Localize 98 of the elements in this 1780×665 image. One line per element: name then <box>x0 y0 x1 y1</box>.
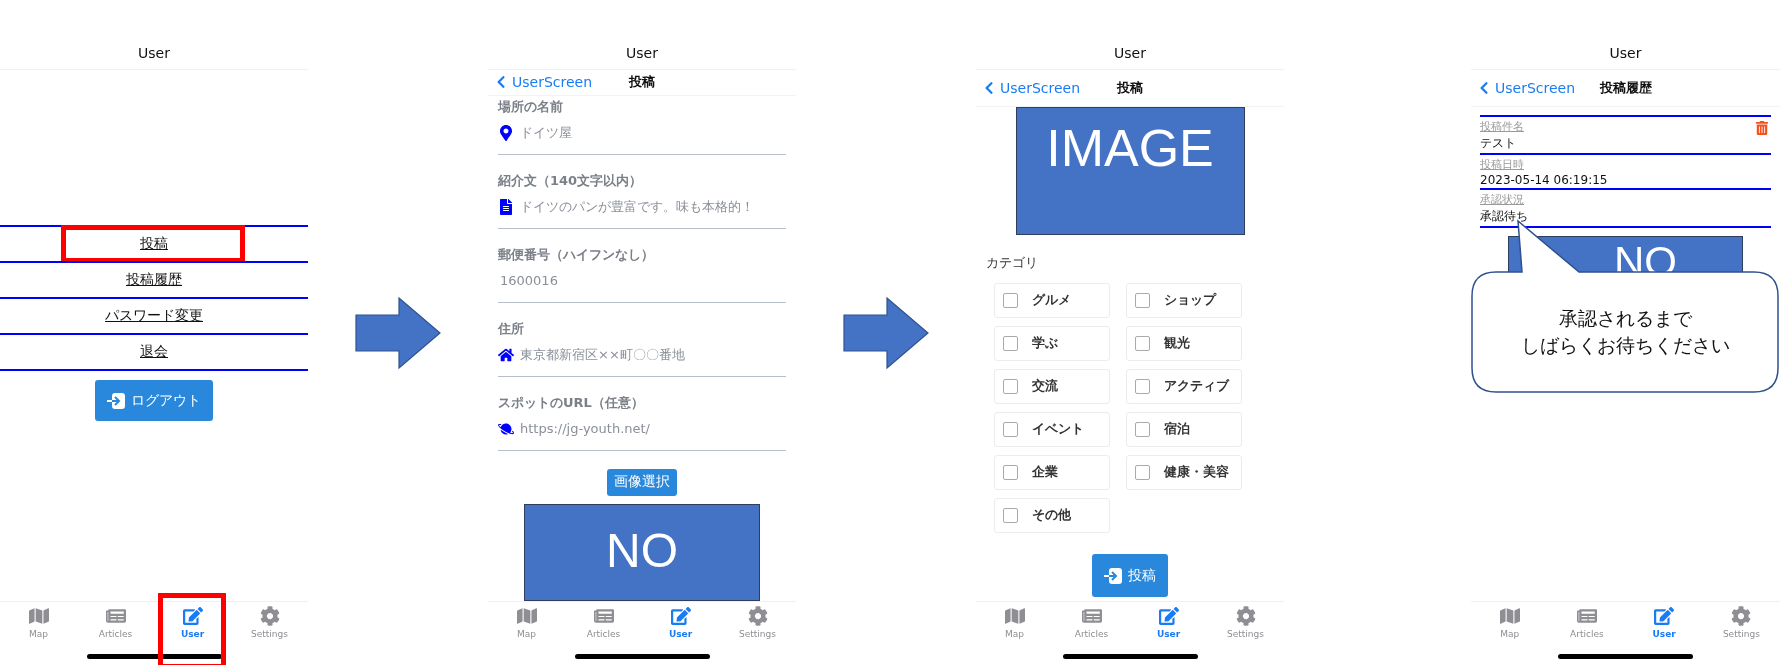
newspaper-icon <box>593 606 614 626</box>
checkbox[interactable] <box>1135 422 1150 437</box>
field-label: 住所 <box>498 319 525 338</box>
pin-icon <box>498 124 514 141</box>
field-label: 郵便番号（ハイフンなし） <box>498 245 655 264</box>
map-icon <box>28 606 49 626</box>
newspaper-icon <box>105 606 126 626</box>
checkbox[interactable] <box>1135 379 1150 394</box>
field-label: 場所の名前 <box>498 97 564 116</box>
edit-icon <box>1654 606 1675 626</box>
checkbox[interactable] <box>1135 336 1150 351</box>
checkbox[interactable] <box>1003 422 1018 437</box>
category-checkbox[interactable]: アクティブ <box>1126 369 1242 404</box>
back-link[interactable]: UserScreen <box>494 74 629 91</box>
checkbox[interactable] <box>1003 508 1018 523</box>
checkbox[interactable] <box>1003 379 1018 394</box>
category-checkbox[interactable]: 学ぶ <box>994 326 1110 361</box>
tab-item[interactable]: User <box>1625 602 1703 648</box>
record-value: 2023-05-14 06:19:15 <box>1480 173 1608 187</box>
input-field[interactable]: ドイツのパンが豊富です。味も本格的！ <box>518 199 786 215</box>
category-checkbox[interactable]: 観光 <box>1126 326 1242 361</box>
gear-icon <box>1731 606 1752 626</box>
tab-item[interactable]: Articles <box>1053 602 1130 648</box>
category-checkbox[interactable]: グルメ <box>994 283 1110 318</box>
back-link[interactable]: UserScreen <box>982 80 1117 96</box>
edit-icon <box>670 606 691 626</box>
callout-text: しばらくお待ちください <box>1520 333 1730 358</box>
category-checkbox[interactable]: イベント <box>994 412 1110 447</box>
category-checkbox[interactable]: その他 <box>994 498 1110 533</box>
gear-icon <box>1235 606 1256 626</box>
tab-item[interactable]: Articles <box>1548 602 1626 648</box>
record-value: 承認待ち <box>1480 208 1528 225</box>
tab-item[interactable]: Settings <box>1702 602 1780 648</box>
login-icon <box>1104 567 1122 584</box>
record-label: 承認状況 <box>1480 192 1524 207</box>
map-icon <box>516 606 537 626</box>
category-checkbox[interactable]: ショップ <box>1126 283 1242 318</box>
tab-item[interactable]: Articles <box>77 602 154 648</box>
checkbox[interactable] <box>1135 465 1150 480</box>
input-field[interactable]: 1600016 <box>498 273 786 289</box>
newspaper-icon <box>1081 606 1102 626</box>
tab-item[interactable]: Settings <box>719 602 796 648</box>
gear-icon <box>747 606 768 626</box>
tab-item[interactable]: User <box>1130 602 1207 648</box>
checkbox[interactable] <box>1003 465 1018 480</box>
menu-link[interactable]: 退会 <box>140 343 168 361</box>
section-label: カテゴリ <box>986 255 1039 272</box>
nav-title: 投稿履歴 <box>1599 79 1652 97</box>
record-value: テスト <box>1480 135 1516 152</box>
tab-item[interactable]: Map <box>0 602 77 648</box>
input-field[interactable]: ドイツ屋 <box>518 125 786 141</box>
tab-item[interactable]: Articles <box>565 602 642 648</box>
field-label: 紹介文（140文字以内） <box>498 171 644 190</box>
nav-title: 投稿 <box>1117 79 1143 97</box>
checkbox[interactable] <box>1003 336 1018 351</box>
placeholder-text: IMAGE <box>1046 118 1214 179</box>
menu-link[interactable]: パスワード変更 <box>105 307 203 325</box>
tab-item[interactable]: Settings <box>1207 602 1284 648</box>
header-title: User <box>138 45 170 61</box>
edit-icon <box>1158 606 1179 626</box>
logout-button[interactable]: ログアウト <box>95 380 213 421</box>
header-title: User <box>1114 45 1146 61</box>
edit-icon <box>182 606 203 626</box>
menu-link[interactable]: 投稿 <box>140 235 168 253</box>
header-title: User <box>1609 45 1642 61</box>
menu-link[interactable]: 投稿履歴 <box>126 271 182 289</box>
gear-icon <box>259 606 280 626</box>
tab-item[interactable]: Map <box>488 602 565 648</box>
input-field[interactable]: 東京都新宿区××町〇〇番地 <box>518 347 786 363</box>
header-title: User <box>626 45 658 61</box>
trash-icon[interactable] <box>1755 121 1769 135</box>
field-label: スポットのURL（任意） <box>498 393 645 412</box>
select-image-button[interactable]: 画像選択 <box>607 468 677 497</box>
category-checkbox[interactable]: 企業 <box>994 455 1110 490</box>
tab-item[interactable]: Map <box>976 602 1053 648</box>
tab-item[interactable]: Settings <box>231 602 308 648</box>
callout-text: 承認されるまで <box>1558 306 1692 332</box>
category-checkbox[interactable]: 宿泊 <box>1126 412 1242 447</box>
login-icon <box>107 392 125 409</box>
category-checkbox[interactable]: 健康・美容 <box>1126 455 1242 490</box>
checkbox[interactable] <box>1003 293 1018 308</box>
checkbox[interactable] <box>1135 293 1150 308</box>
record-label: 投稿日時 <box>1480 157 1524 172</box>
newspaper-icon <box>1576 606 1597 626</box>
map-icon <box>1004 606 1025 626</box>
house-icon <box>498 346 514 363</box>
document-icon <box>498 198 514 215</box>
input-field[interactable]: https://jg-youth.net/ <box>518 421 786 437</box>
record-label: 投稿件名 <box>1480 119 1524 134</box>
post-button[interactable]: 投稿 <box>1092 554 1168 597</box>
tab-item[interactable]: User <box>154 602 231 648</box>
tab-item[interactable]: Map <box>1471 602 1549 648</box>
placeholder-text: NO <box>606 523 678 580</box>
back-link[interactable]: UserScreen <box>1477 80 1600 96</box>
nav-title: 投稿 <box>629 73 655 92</box>
category-checkbox[interactable]: 交流 <box>994 369 1110 404</box>
tab-item[interactable]: User <box>642 602 719 648</box>
map-icon <box>1499 606 1520 626</box>
